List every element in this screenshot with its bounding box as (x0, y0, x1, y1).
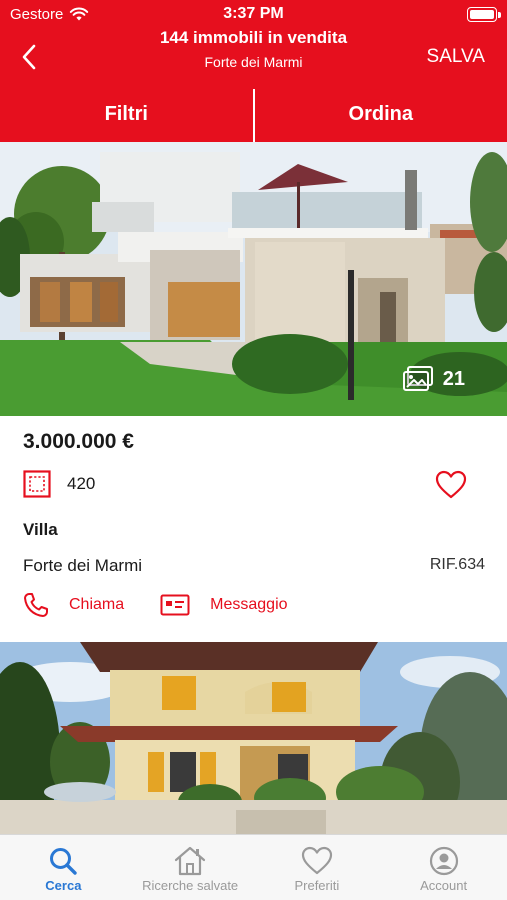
tab-favorites[interactable]: Preferiti (254, 835, 381, 900)
area-row: 420 (23, 470, 95, 498)
house-icon (175, 846, 206, 876)
tab-account[interactable]: Account (380, 835, 507, 900)
listing-location: Forte dei Marmi (23, 556, 143, 575)
account-icon (429, 846, 458, 876)
filter-button[interactable]: Filtri (0, 86, 253, 142)
tab-label: Account (420, 878, 468, 893)
tab-label: Cerca (45, 878, 82, 893)
favorite-button[interactable] (435, 470, 467, 505)
results-title: 144 immobili in vendita (159, 28, 348, 47)
listing-card[interactable]: 3.000.000 € 420 Villa Forte dei Marmi RI… (0, 416, 507, 640)
listing-photo[interactable]: 21 (0, 142, 507, 416)
search-icon (50, 848, 78, 875)
tab-saved-searches[interactable]: Ricerche salvate (127, 835, 254, 900)
status-bar: Gestore 3:37 PM (0, 0, 507, 28)
app-header: Gestore 3:37 PM 144 immobili in vendita … (0, 0, 507, 142)
navigation-bar: 144 immobili in vendita Forte dei Marmi … (0, 26, 507, 84)
tab-label: Ricerche salvate (142, 878, 239, 893)
filter-sort-bar: Filtri Ordina (0, 86, 507, 142)
message-card-icon (160, 594, 190, 616)
surface-area-icon (23, 470, 51, 498)
property-type: Villa (23, 520, 58, 539)
listing-area: 420 (67, 474, 96, 493)
save-search-button[interactable]: SALVA (427, 46, 485, 68)
listing-price: 3.000.000 € (23, 430, 134, 453)
sort-button[interactable]: Ordina (255, 86, 507, 142)
listing-photo[interactable] (0, 642, 507, 834)
tab-label: Preferiti (294, 878, 340, 893)
clock: 3:37 PM (223, 5, 284, 22)
gallery-icon (402, 366, 433, 391)
message-label: Messaggio (210, 596, 288, 613)
call-label: Chiama (69, 596, 125, 613)
heart-icon (435, 470, 467, 499)
photo-count: 21 (442, 367, 465, 390)
message-button[interactable]: Messaggio (160, 594, 288, 616)
battery-icon (467, 7, 501, 22)
bottom-tab-bar: Cerca Ricerche salvate Preferiti Account (0, 834, 507, 900)
listing-reference: RIF.634 (429, 556, 485, 573)
phone-icon (24, 593, 48, 617)
photo-count-badge: 21 (402, 366, 465, 392)
contact-actions: Chiama Messaggio (23, 592, 288, 618)
call-button[interactable]: Chiama (23, 592, 124, 618)
heart-icon (301, 846, 332, 875)
house-photo (0, 642, 507, 834)
tab-search[interactable]: Cerca (0, 835, 127, 900)
